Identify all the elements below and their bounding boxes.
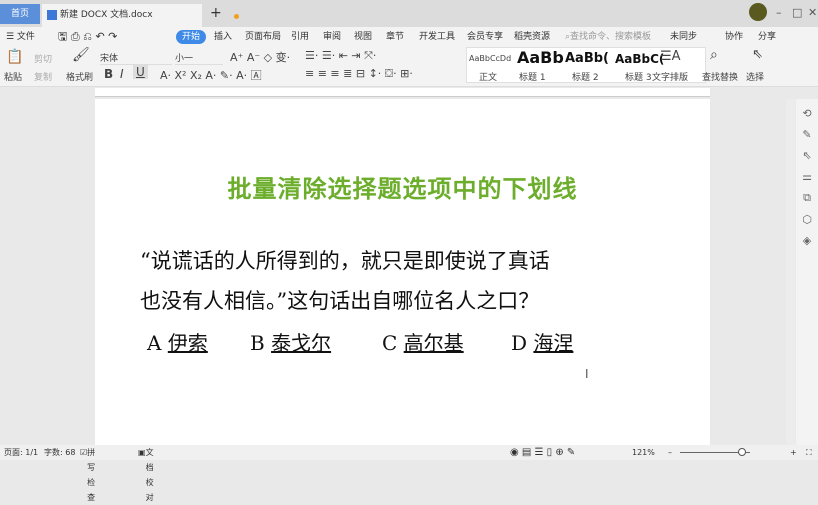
option-a: A 伊索 <box>147 327 208 356</box>
find-icon: ⌕ <box>710 47 718 63</box>
collab-button[interactable]: 协作 <box>725 30 743 44</box>
font-format-icons[interactable]: A· X² X₂ A· ✎· A· 🄰 <box>160 67 262 83</box>
brush-icon[interactable]: 🖌 <box>72 47 90 63</box>
tab-references[interactable]: 引用 <box>291 30 309 44</box>
cursor-icon: ⇖ <box>752 47 763 62</box>
font-select[interactable]: 宋体 <box>100 51 172 65</box>
new-tab-button[interactable]: + <box>210 5 222 21</box>
unsaved-dot-icon <box>234 14 239 19</box>
select-button[interactable]: 选择 <box>746 70 764 83</box>
zoom-out-button[interactable]: – <box>668 445 672 460</box>
avatar[interactable] <box>749 3 767 21</box>
option-c: C 高尔基 <box>382 327 464 356</box>
tab-start[interactable]: 开始 <box>176 30 207 44</box>
option-letter: C <box>382 331 398 355</box>
tab-resources[interactable]: 稻壳资源 <box>514 30 550 44</box>
align-icons[interactable]: ≡ ≡ ≡ ≣ ⊟ ↕· ⛋· ⊞· <box>305 67 413 81</box>
share-button[interactable]: 分享 <box>758 30 776 44</box>
option-text: 泰戈尔 <box>271 331 332 355</box>
sync-button[interactable]: 未同步 <box>670 30 697 44</box>
style-h2[interactable]: 标题 2 <box>572 70 599 83</box>
zoom-slider-handle[interactable] <box>738 448 746 456</box>
italic-button[interactable]: I <box>120 67 124 81</box>
proofread-button[interactable]: ▣ 文档校对 <box>138 445 154 502</box>
question-line-2: 也没有人相信。”这句话出自哪位名人之口？ <box>140 289 540 313</box>
proofread-label: 文档校对 <box>145 448 154 502</box>
pointer-icon[interactable]: ⇖ <box>796 149 818 162</box>
minimize-button[interactable]: – <box>776 6 782 19</box>
option-letter: A <box>147 331 162 355</box>
search-placeholder: 查找命令、搜索模板 <box>570 32 652 42</box>
style-h3-preview[interactable]: AaBbC( <box>615 52 664 66</box>
ribbon: ☰ 文件 🖫 ⎙ ⎌ ↶ ↷ 开始 插入 页面布局 引用 审阅 视图 章节 开发… <box>0 27 818 87</box>
style-icon[interactable]: ⟲ <box>796 107 818 120</box>
fullscreen-icon[interactable]: ⛶ <box>806 445 812 460</box>
find-replace-button[interactable]: 查找替换 <box>702 70 738 83</box>
option-b: B 泰戈尔 <box>250 327 331 356</box>
size-select[interactable]: 小一 <box>175 51 223 65</box>
style-h1[interactable]: 标题 1 <box>519 70 546 83</box>
bold-button[interactable]: B <box>104 67 113 81</box>
option-letter: D <box>511 331 528 355</box>
style-h1-preview[interactable]: AaBb <box>517 48 564 67</box>
ruler[interactable] <box>95 88 710 97</box>
zoom-level[interactable]: 121% <box>632 445 655 460</box>
tab-review[interactable]: 审阅 <box>323 30 341 44</box>
shape-icon[interactable]: ⬡ <box>796 213 818 226</box>
paste-icon[interactable]: 📋 <box>6 49 23 65</box>
option-text: 海涅 <box>533 331 574 355</box>
maximize-button[interactable]: □ <box>792 6 802 19</box>
text-layout-button[interactable]: 文字排版 <box>652 70 688 83</box>
spellcheck-button[interactable]: ☑ 拼写检查 <box>80 445 95 502</box>
settings-icon[interactable]: ⚌ <box>796 170 818 183</box>
tab-chapter[interactable]: 章节 <box>386 30 404 44</box>
style-h3[interactable]: 标题 3 <box>625 70 652 83</box>
copy-icon[interactable]: ⧉ <box>796 191 818 205</box>
menu-file[interactable]: ☰ 文件 <box>6 30 35 44</box>
tab-layout[interactable]: 页面布局 <box>245 30 281 44</box>
vertical-scrollbar[interactable] <box>786 99 795 445</box>
text-layout-icon: ☰A <box>660 49 681 64</box>
tab-insert[interactable]: 插入 <box>214 30 232 44</box>
status-bar: 页面: 1/1 字数: 68 ☑ 拼写检查 ▣ 文档校对 ◉ ▤ ☰ ▯ ⊕ ✎ 1… <box>0 445 818 502</box>
quick-access-icons[interactable]: 🖫 ⎙ ⎌ ↶ ↷ <box>58 30 117 44</box>
style-h2-preview[interactable]: AaBb( <box>565 51 609 66</box>
list-icons[interactable]: ☰· ☰· ⇤ ⇥ ⤧· <box>305 49 376 63</box>
style-normal[interactable]: 正文 <box>479 70 497 83</box>
pen-icon[interactable]: ✎ <box>796 128 818 141</box>
option-text: 高尔基 <box>403 331 464 355</box>
cut-button[interactable]: 剪切 <box>34 52 52 65</box>
zoom-in-button[interactable]: + <box>790 445 797 460</box>
tab-developer[interactable]: 开发工具 <box>419 30 455 44</box>
page-count: 页面: 1/1 <box>4 448 39 457</box>
word-count[interactable]: 字数: 68 <box>44 445 75 460</box>
tab-document[interactable]: 新建 DOCX 文档.docx <box>42 4 239 27</box>
underline-button[interactable]: U <box>133 65 148 79</box>
style-normal-preview[interactable]: AaBbCcDd <box>469 54 511 63</box>
spellcheck-label: 拼写检查 <box>87 448 96 502</box>
tab-home[interactable]: 首页 <box>0 4 40 24</box>
question-line-1: “说谎话的人所得到的，就只是即使说了真话 <box>140 249 550 273</box>
right-sidebar: ⟲ ✎ ⇖ ⚌ ⧉ ⬡ ◈ <box>796 99 818 445</box>
copy-button[interactable]: 复制 <box>34 70 52 83</box>
view-mode-icons[interactable]: ◉ ▤ ☰ ▯ ⊕ ✎ <box>510 445 575 460</box>
paste-button[interactable]: 粘贴 <box>4 70 22 83</box>
writer-icon <box>47 10 57 20</box>
close-button[interactable]: ✕ <box>808 6 817 19</box>
tab-bar: 首页 新建 DOCX 文档.docx + – □ ✕ <box>0 0 818 27</box>
option-letter: B <box>250 331 265 355</box>
text-cursor-icon: I <box>585 367 589 381</box>
tab-member[interactable]: 会员专享 <box>467 30 503 44</box>
tab-document-label: 新建 DOCX 文档.docx <box>60 10 153 20</box>
command-search[interactable]: ⌕查找命令、搜索模板 <box>565 30 651 44</box>
option-d: D 海涅 <box>511 327 573 356</box>
document-page[interactable]: 批量清除选择题选项中的下划线 “说谎话的人所得到的，就只是即使说了真话 也没有人… <box>95 99 710 445</box>
format-painter-button[interactable]: 格式刷 <box>66 70 93 83</box>
location-icon[interactable]: ◈ <box>796 234 818 247</box>
document-title: 批量清除选择题选项中的下划线 <box>227 175 578 203</box>
tab-view[interactable]: 视图 <box>354 30 372 44</box>
font-size-icons[interactable]: A⁺ A⁻ ◇ 变· <box>230 49 290 65</box>
option-text: 伊索 <box>167 331 208 355</box>
